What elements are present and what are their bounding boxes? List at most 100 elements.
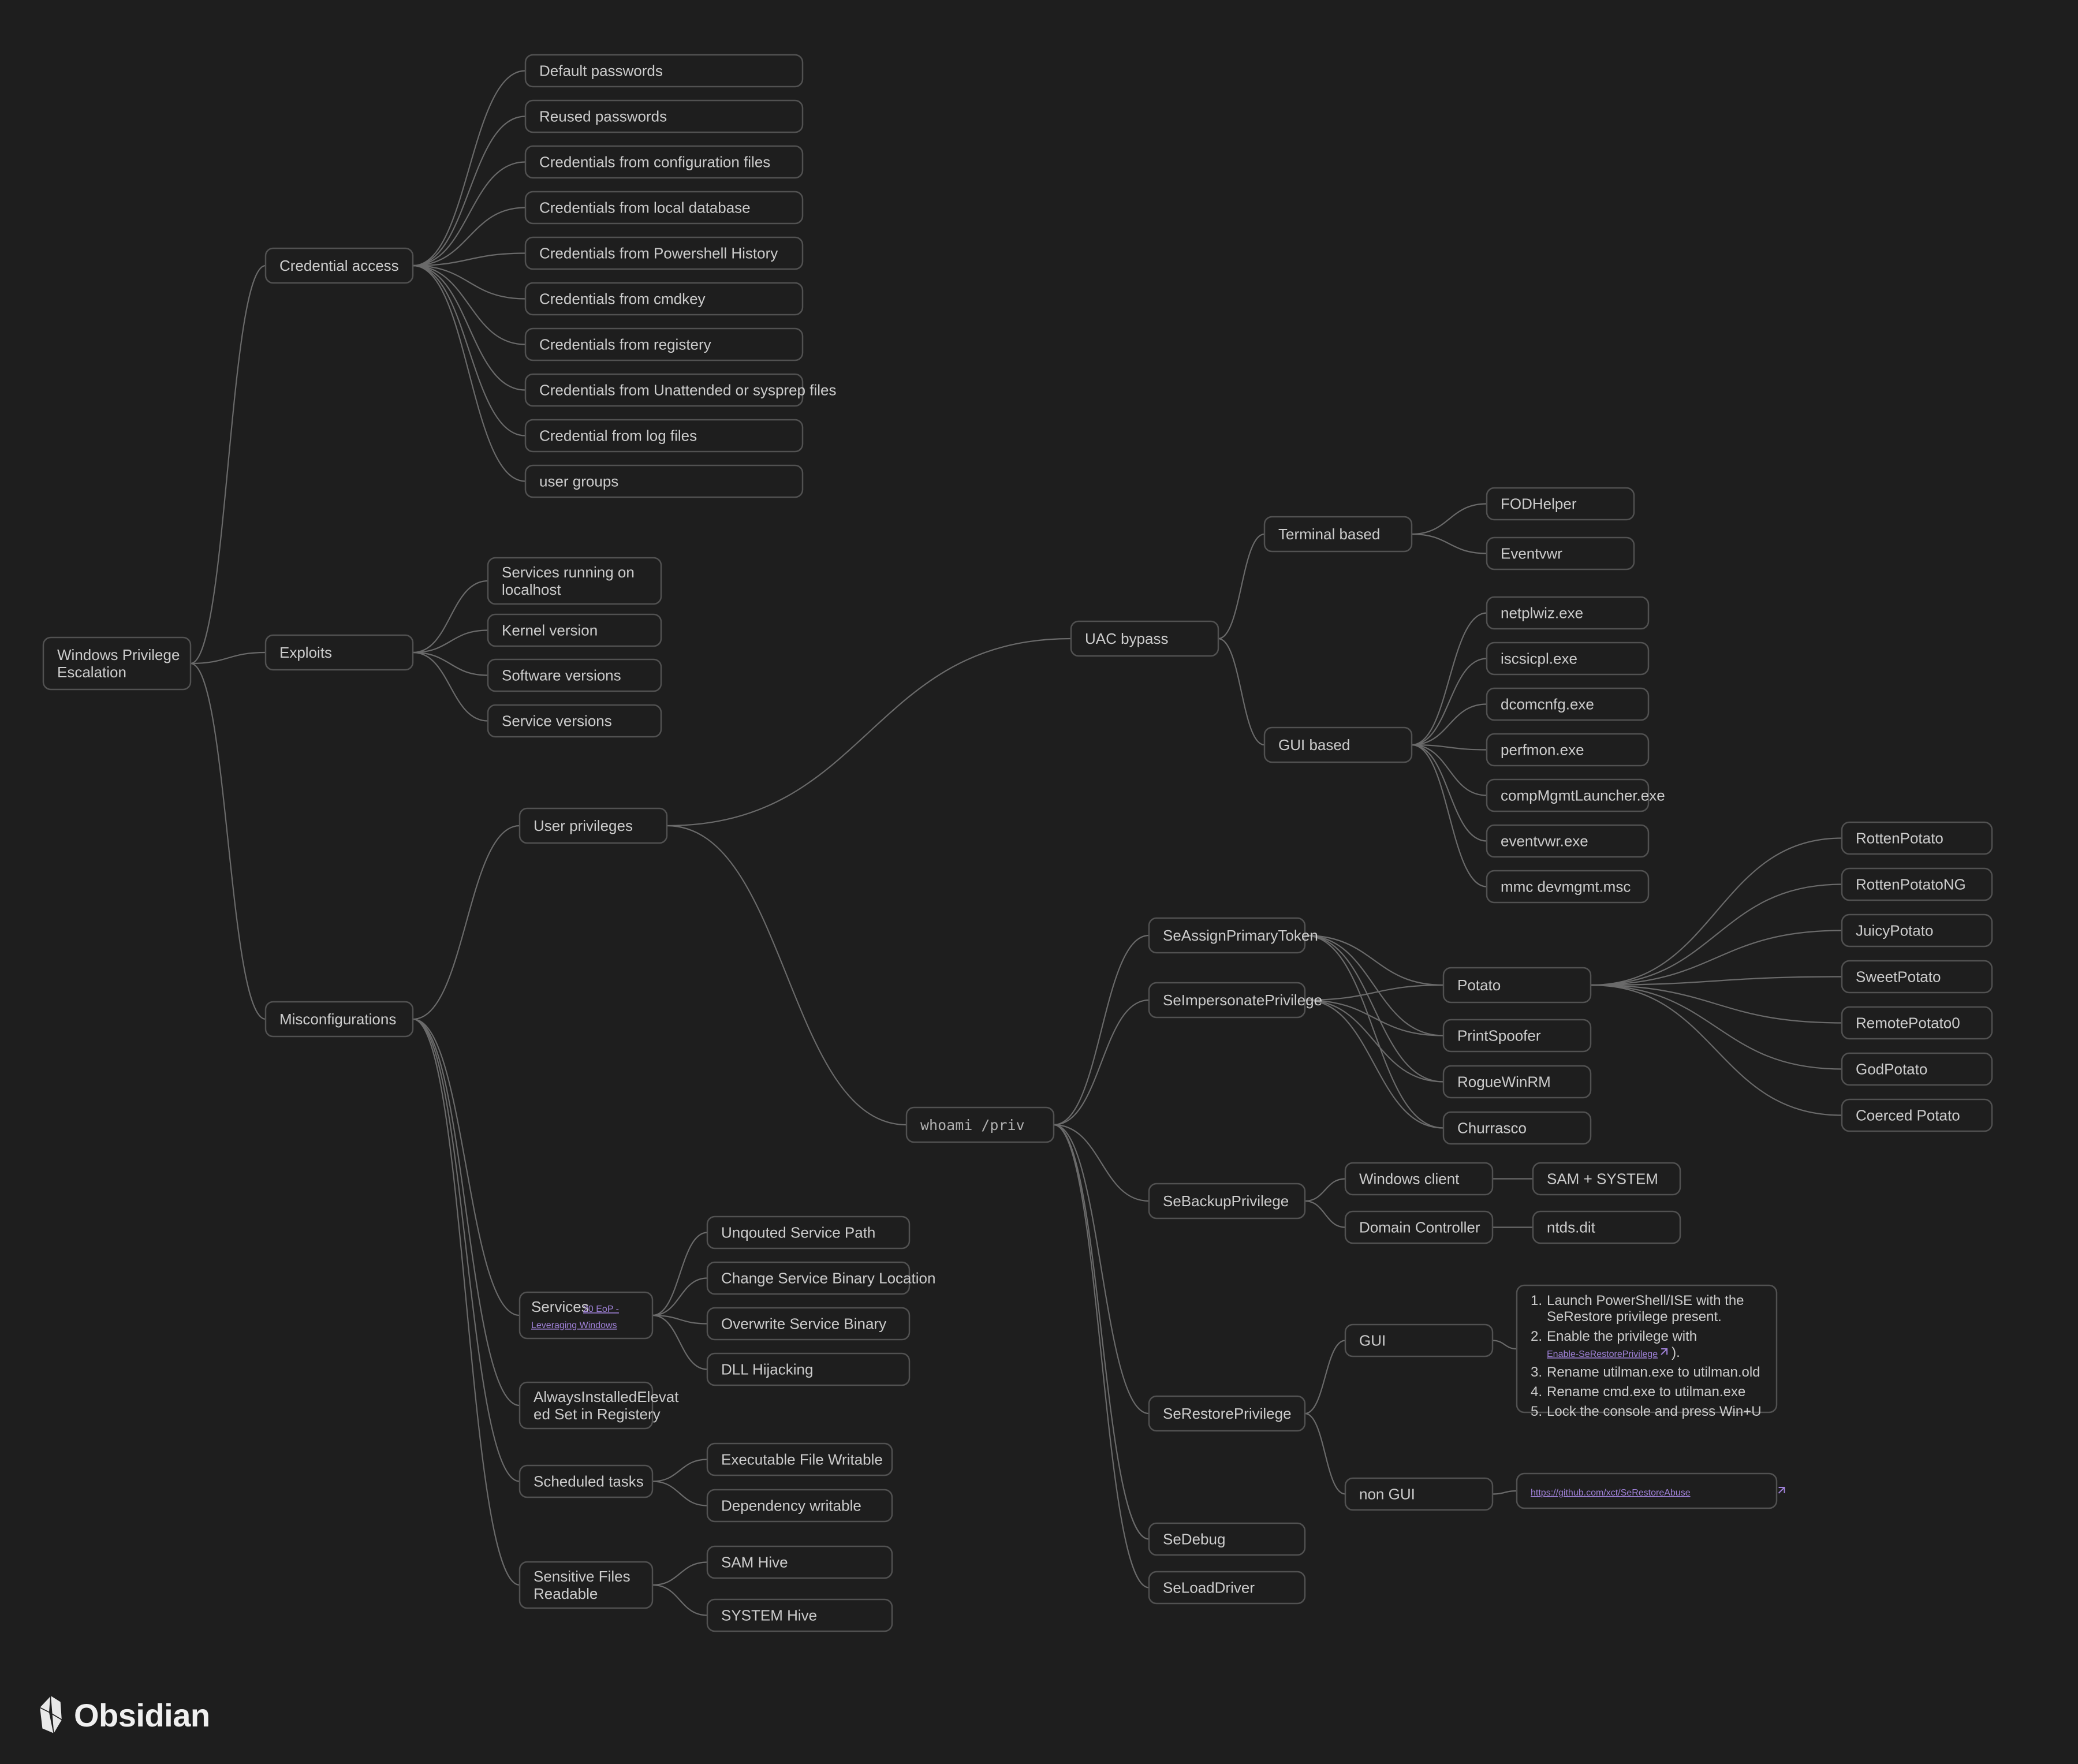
- node-dc[interactable]: Domain Controller: [1345, 1211, 1493, 1243]
- node-sere[interactable]: SeRestorePrivilege: [1149, 1396, 1305, 1431]
- node-cred3[interactable]: Credentials from configuration files: [525, 146, 803, 178]
- node-upriv[interactable]: User privileges: [520, 808, 667, 843]
- node-sapt[interactable]: SeAssignPrimaryToken: [1149, 918, 1318, 953]
- node-pot[interactable]: Potato: [1443, 968, 1591, 1002]
- node-svc1[interactable]: Unqouted Service Path: [707, 1217, 909, 1248]
- link-enable-serestore[interactable]: Enable-SeRestorePrivilege: [1547, 1349, 1658, 1359]
- node-gui[interactable]: GUI: [1345, 1325, 1493, 1356]
- node-psp[interactable]: PrintSpoofer: [1443, 1020, 1591, 1051]
- node-seimp[interactable]: SeImpersonatePrivilege: [1149, 983, 1322, 1017]
- node-svc3[interactable]: Overwrite Service Binary: [707, 1308, 909, 1340]
- node-rwrm[interactable]: RogueWinRM: [1443, 1066, 1591, 1098]
- node-cred8[interactable]: Credentials from Unattended or sysprep f…: [525, 374, 836, 406]
- node-chur[interactable]: Churrasco: [1443, 1112, 1591, 1144]
- node-gui7[interactable]: mmc devmgmt.msc: [1487, 871, 1648, 902]
- node-gui6[interactable]: eventvwr.exe: [1487, 825, 1648, 857]
- node-gui5[interactable]: compMgmtLauncher.exe: [1487, 780, 1665, 811]
- edge: [191, 652, 266, 663]
- link-20-eop[interactable]: 20 EoP -: [583, 1304, 619, 1314]
- svg-text:GodPotato: GodPotato: [1856, 1061, 1927, 1078]
- node-aie[interactable]: AlwaysInstalledElevated Set in Registery: [520, 1382, 679, 1429]
- node-sfr[interactable]: Sensitive FilesReadable: [520, 1562, 652, 1608]
- svg-text:Churrasco: Churrasco: [1457, 1120, 1527, 1137]
- svg-text:Windows Privilege: Windows Privilege: [57, 646, 180, 663]
- node-mis[interactable]: Misconfigurations: [266, 1002, 413, 1036]
- edge: [1054, 1125, 1149, 1539]
- node-term1[interactable]: FODHelper: [1487, 488, 1634, 520]
- edge: [413, 266, 525, 436]
- node-pot7[interactable]: Coerced Potato: [1842, 1099, 1992, 1131]
- node-root[interactable]: Windows PrivilegeEscalation: [43, 637, 191, 689]
- link-serestoreabuse[interactable]: https://github.com/xct/SeRestoreAbuse: [1531, 1488, 1691, 1498]
- svg-text:RemotePotato0: RemotePotato0: [1856, 1015, 1960, 1032]
- node-cred10[interactable]: user groups: [525, 465, 803, 497]
- node-uac[interactable]: UAC bypass: [1071, 621, 1218, 656]
- node-pot3[interactable]: JuicyPotato: [1842, 915, 1992, 946]
- edge: [1412, 745, 1487, 796]
- node-ngui[interactable]: non GUI: [1345, 1478, 1493, 1510]
- node-cred9[interactable]: Credential from log files: [525, 420, 803, 452]
- edge: [1412, 745, 1487, 887]
- node-sch1[interactable]: Executable File Writable: [707, 1444, 892, 1475]
- node-cred1[interactable]: Default passwords: [525, 55, 803, 87]
- svg-text:Credentials from cmdkey: Credentials from cmdkey: [539, 290, 706, 308]
- node-pot6[interactable]: GodPotato: [1842, 1053, 1992, 1085]
- edge: [1412, 745, 1487, 841]
- node-svc[interactable]: Services20 EoP - Leveraging Windows: [520, 1292, 652, 1338]
- node-sch2[interactable]: Dependency writable: [707, 1490, 892, 1521]
- node-term[interactable]: Terminal based: [1264, 517, 1412, 551]
- node-term2[interactable]: Eventvwr: [1487, 538, 1634, 569]
- node-who[interactable]: whoami /priv: [906, 1107, 1054, 1142]
- node-sfr2[interactable]: SYSTEM Hive: [707, 1599, 892, 1631]
- node-sedbg[interactable]: SeDebug: [1149, 1523, 1305, 1555]
- node-gui1[interactable]: netplwiz.exe: [1487, 597, 1648, 629]
- node-exp2[interactable]: Kernel version: [488, 614, 661, 646]
- node-cred5[interactable]: Credentials from Powershell History: [525, 237, 803, 269]
- node-cred[interactable]: Credential access: [266, 248, 413, 283]
- node-exp4[interactable]: Service versions: [488, 705, 661, 737]
- edge: [1412, 659, 1487, 745]
- node-pot4[interactable]: SweetPotato: [1842, 961, 1992, 993]
- edge: [1493, 1491, 1517, 1494]
- svg-text:4.: 4.: [1531, 1384, 1542, 1400]
- node-wcli[interactable]: Windows client: [1345, 1163, 1493, 1195]
- node-gui2[interactable]: iscsicpl.exe: [1487, 643, 1648, 674]
- node-sams[interactable]: SAM + SYSTEM: [1533, 1163, 1680, 1195]
- svg-text:ntds.dit: ntds.dit: [1547, 1219, 1596, 1236]
- node-cred2[interactable]: Reused passwords: [525, 100, 803, 132]
- node-cred6[interactable]: Credentials from cmdkey: [525, 283, 803, 315]
- node-ntds[interactable]: ntds.dit: [1533, 1211, 1680, 1243]
- node-gui3[interactable]: dcomcnfg.exe: [1487, 688, 1648, 720]
- node-exp1[interactable]: Services running onlocalhost: [488, 558, 661, 604]
- edge: [413, 1019, 520, 1585]
- edge: [413, 631, 488, 653]
- node-pot5[interactable]: RemotePotato0: [1842, 1007, 1992, 1039]
- mindmap-canvas[interactable]: Windows PrivilegeEscalation Credential ac…: [0, 0, 2078, 1764]
- node-exp3[interactable]: Software versions: [488, 659, 661, 691]
- node-sfr1[interactable]: SAM Hive: [707, 1546, 892, 1578]
- node-guib[interactable]: GUI based: [1264, 728, 1412, 762]
- svg-text:Credential from log files: Credential from log files: [539, 427, 697, 445]
- node-exp[interactable]: Exploits: [266, 635, 413, 670]
- node-seld[interactable]: SeLoadDriver: [1149, 1572, 1305, 1603]
- node-sebk[interactable]: SeBackupPrivilege: [1149, 1184, 1305, 1218]
- node-ngui-link[interactable]: https://github.com/xct/SeRestoreAbuse: [1517, 1474, 1785, 1508]
- svg-text:DLL Hijacking: DLL Hijacking: [721, 1361, 813, 1378]
- svg-text:Services: Services: [531, 1298, 589, 1315]
- node-pot1[interactable]: RottenPotato: [1842, 822, 1992, 854]
- svg-text:Potato: Potato: [1457, 976, 1501, 994]
- svg-text:Leveraging Windows[interactable]: Leveraging Windows: [531, 1321, 617, 1330]
- edge: [1305, 1179, 1345, 1202]
- node-cred7[interactable]: Credentials from registery: [525, 329, 803, 360]
- node-svc2[interactable]: Change Service Binary Location: [707, 1262, 935, 1294]
- edge: [1412, 704, 1487, 745]
- node-sched[interactable]: Scheduled tasks: [520, 1465, 652, 1497]
- node-svc4[interactable]: DLL Hijacking: [707, 1353, 909, 1385]
- edge: [1305, 1000, 1443, 1082]
- node-pot2[interactable]: RottenPotatoNG: [1842, 868, 1992, 900]
- edge: [413, 208, 525, 266]
- node-gui4[interactable]: perfmon.exe: [1487, 734, 1648, 766]
- node-cred4[interactable]: Credentials from local database: [525, 192, 803, 223]
- svg-text:Readable: Readable: [534, 1585, 598, 1602]
- svg-text:SeAssignPrimaryToken: SeAssignPrimaryToken: [1163, 927, 1318, 944]
